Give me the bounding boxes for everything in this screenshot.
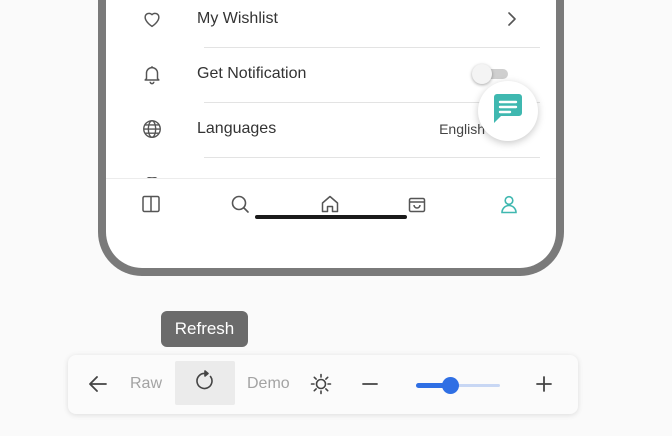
demo-label[interactable]: Demo (247, 375, 290, 393)
raw-label[interactable]: Raw (130, 375, 162, 393)
menu-item-wishlist[interactable]: My Wishlist (106, 0, 556, 46)
refresh-tooltip: Refresh (161, 311, 248, 347)
home-icon[interactable] (319, 193, 341, 215)
shopping-bag-icon[interactable] (406, 193, 428, 215)
search-icon[interactable] (229, 193, 251, 215)
slider-knob[interactable] (441, 377, 459, 394)
chevron-right-icon (504, 11, 520, 27)
zoom-out-icon[interactable] (356, 370, 384, 398)
bottom-navigation (106, 178, 556, 229)
chat-fab[interactable] (478, 81, 538, 141)
profile-icon[interactable] (498, 193, 520, 215)
preview-toolbar: Raw Demo (68, 355, 578, 414)
refresh-icon (194, 369, 216, 397)
phone-frame: My Wishlist Get Notification Languages E… (98, 0, 564, 276)
home-indicator (255, 215, 407, 219)
toggle-thumb (472, 63, 492, 84)
back-arrow-icon[interactable] (84, 370, 112, 398)
language-value: English (439, 120, 485, 137)
chat-icon (491, 93, 525, 130)
divider (204, 157, 540, 158)
menu-item-label: My Wishlist (197, 9, 278, 27)
menu-item-label: Get Notification (197, 64, 307, 82)
refresh-button[interactable] (175, 361, 235, 405)
zoom-in-icon[interactable] (530, 370, 558, 398)
zoom-slider[interactable] (416, 375, 500, 395)
book-icon[interactable] (140, 193, 162, 215)
bell-icon (140, 62, 164, 86)
sun-icon[interactable] (307, 370, 335, 398)
globe-icon (140, 117, 164, 141)
menu-item-label: Languages (197, 119, 277, 137)
heart-icon (140, 7, 164, 31)
